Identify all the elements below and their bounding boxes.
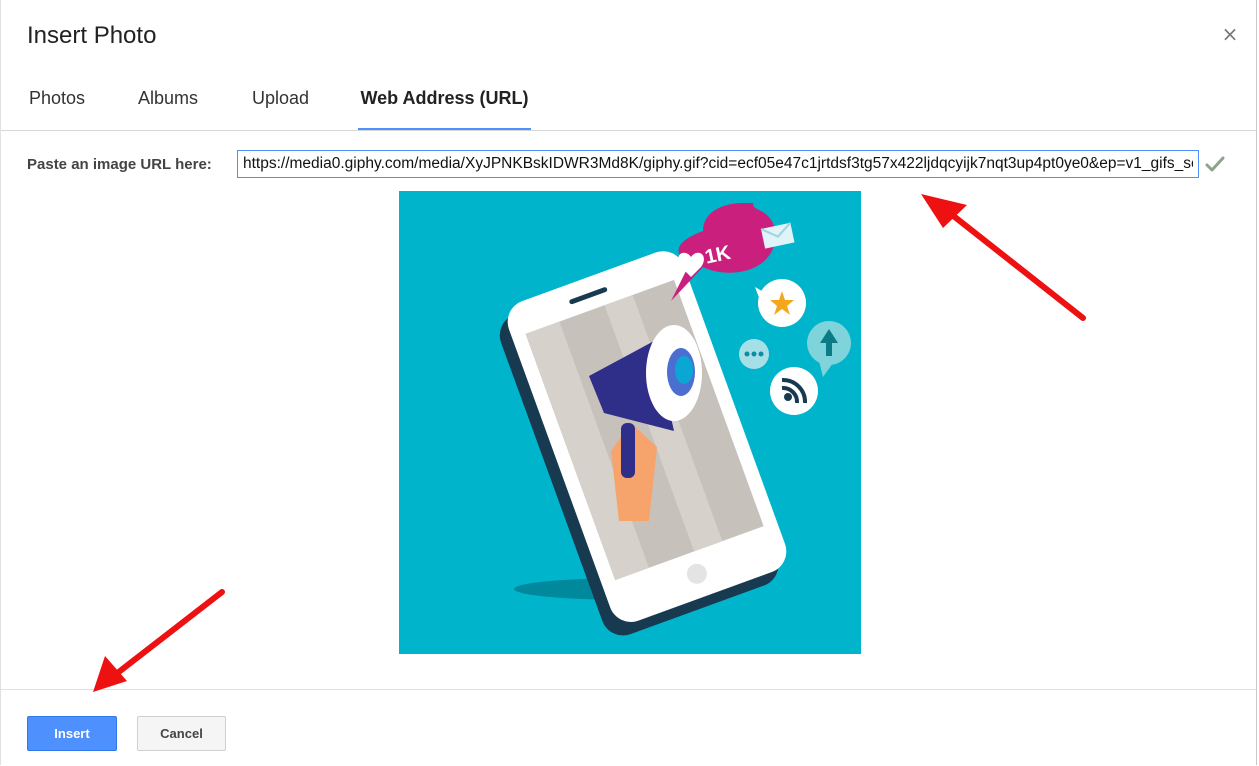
url-input[interactable] <box>237 150 1199 178</box>
wifi-speech-bubble <box>770 367 818 415</box>
insert-photo-dialog: Insert Photo × Photos Albums Upload Web … <box>0 0 1257 765</box>
image-preview: 1K <box>399 191 861 654</box>
tab-upload[interactable]: Upload <box>252 70 309 128</box>
typing-speech-bubble <box>739 339 769 369</box>
annotation-arrow-url <box>921 194 1086 321</box>
tab-photos[interactable]: Photos <box>29 70 85 128</box>
dialog-footer: Insert Cancel <box>1 689 1256 766</box>
cancel-button[interactable]: Cancel <box>137 716 226 751</box>
dialog-header: Insert Photo × Photos Albums Upload Web … <box>1 0 1256 131</box>
insert-button[interactable]: Insert <box>27 716 117 751</box>
close-icon[interactable]: × <box>1220 22 1240 46</box>
tab-albums[interactable]: Albums <box>138 70 198 128</box>
annotation-arrow-insert <box>93 589 225 692</box>
tab-web-address[interactable]: Web Address (URL) <box>358 70 531 130</box>
url-label: Paste an image URL here: <box>27 156 212 173</box>
checkmark-icon <box>1205 156 1225 172</box>
url-row: Paste an image URL here: <box>27 150 1227 180</box>
dialog-title: Insert Photo <box>27 22 157 49</box>
